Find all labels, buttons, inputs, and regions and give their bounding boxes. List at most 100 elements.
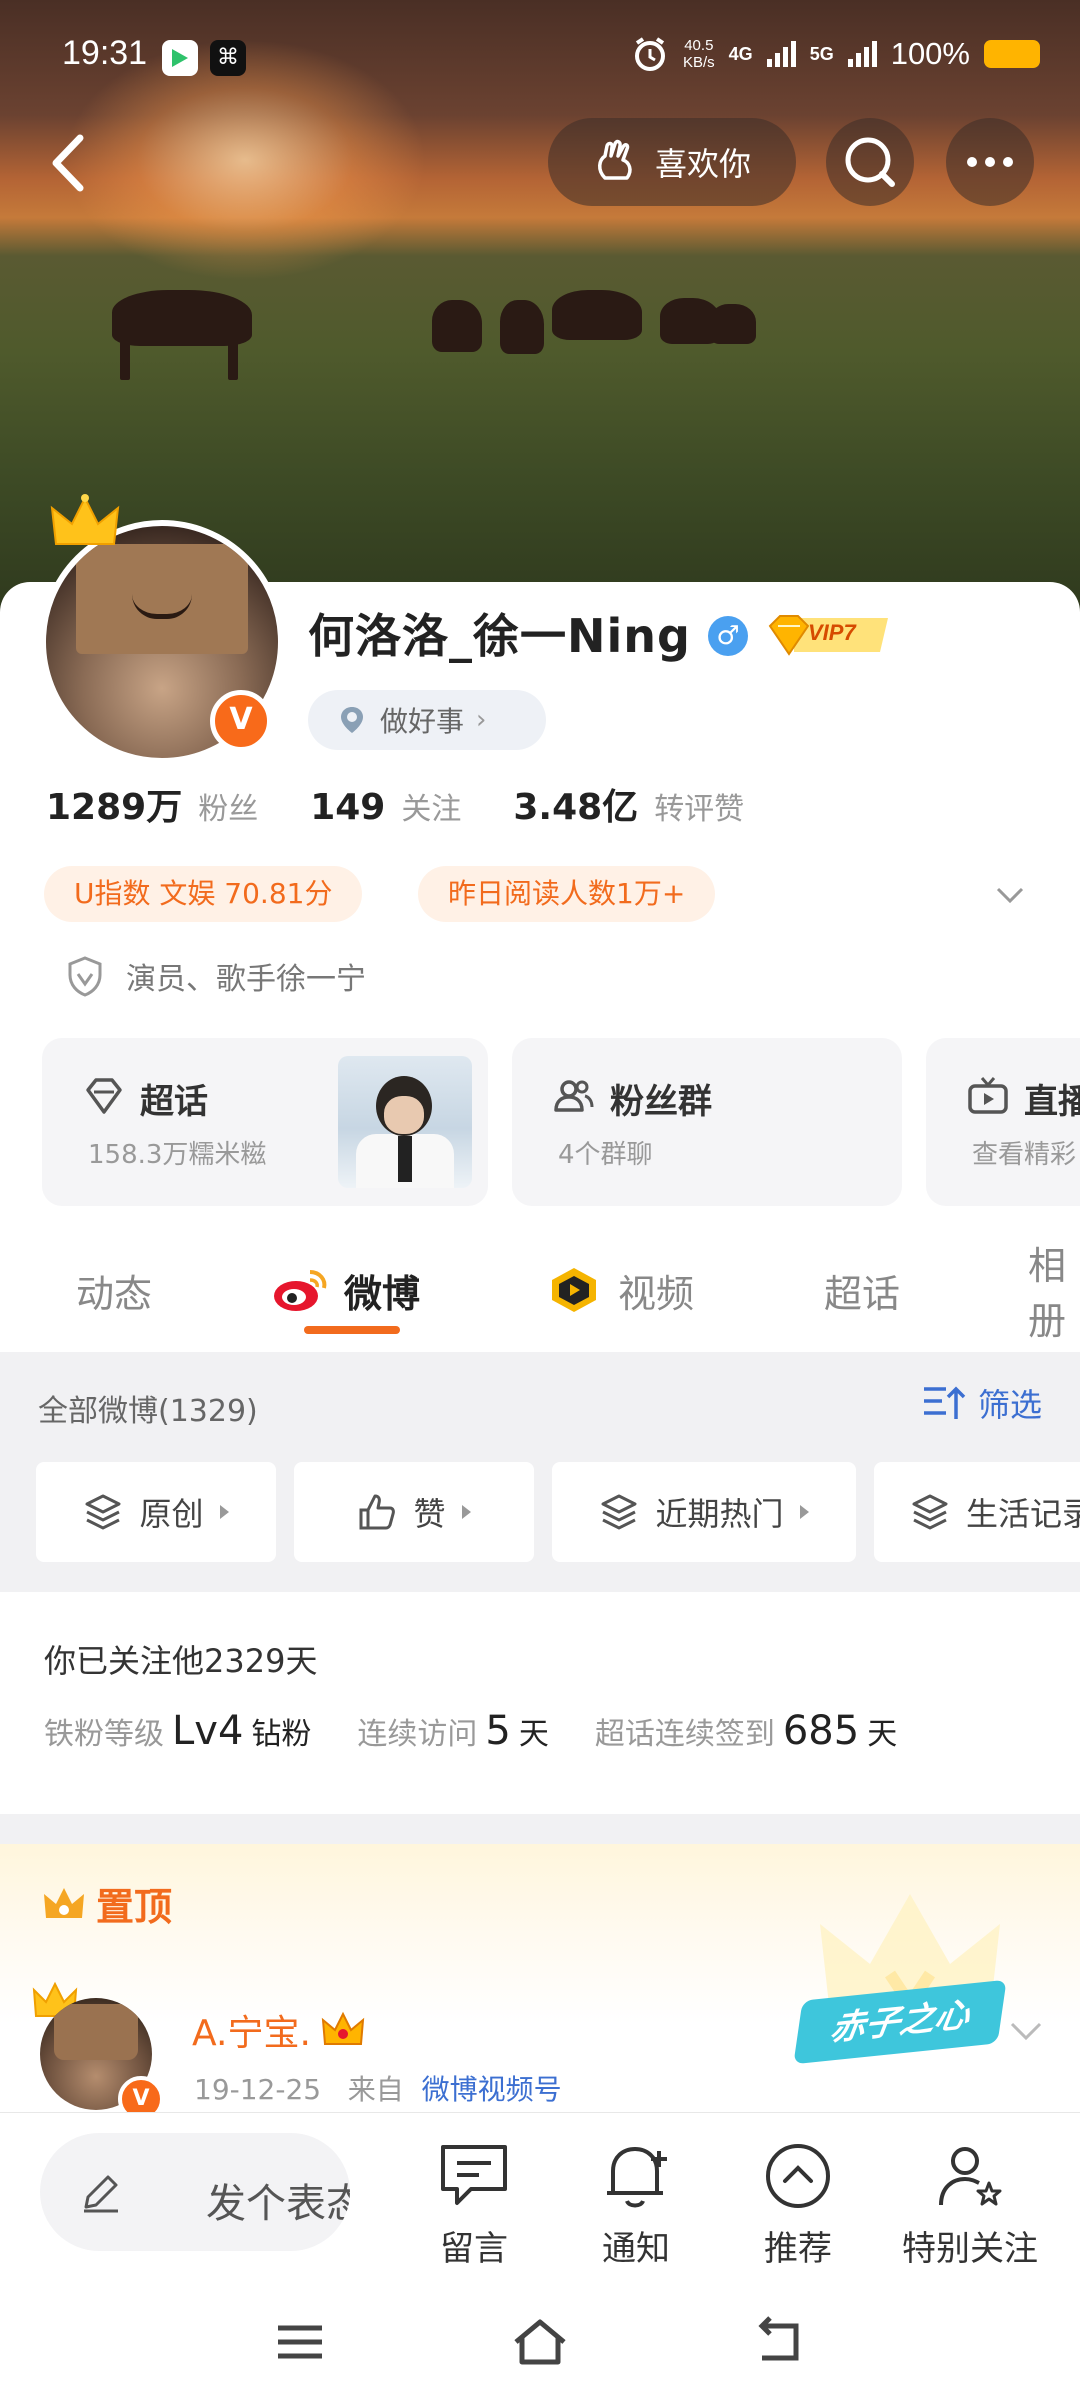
hand-heart-icon: [597, 139, 632, 180]
expand-chevron-icon[interactable]: [990, 875, 1030, 915]
home-icon[interactable]: [510, 2314, 570, 2370]
fan-level-label: 铁粉等级: [44, 1717, 164, 1752]
diamond-icon: [86, 1078, 122, 1114]
chip-original[interactable]: 原创: [36, 1462, 276, 1562]
chip-original-label: 原创: [139, 1495, 204, 1533]
signal-4g-bars-icon: [766, 41, 796, 67]
notify-label: 通知: [602, 2229, 670, 2269]
fan-group-card[interactable]: 粉丝群 4个群聊: [512, 1038, 902, 1206]
chip-liked-label: 赞: [413, 1495, 446, 1533]
fans-count[interactable]: 1289万: [46, 778, 182, 830]
post-source-link[interactable]: 微博视频号: [422, 2073, 562, 2106]
cover-animals: [0, 260, 1080, 380]
capcut-app-icon: ⌘: [210, 40, 246, 76]
video-hexagon-icon: [552, 1268, 596, 1312]
filter-section: 全部微博(1329) 筛选 原创 赞 近期热门 生活记录: [0, 1352, 1080, 1592]
back-button[interactable]: [40, 128, 100, 198]
status-time: 19:31: [62, 34, 148, 72]
all-weibo-count[interactable]: 全部微博(1329): [38, 1386, 258, 1430]
tab-video-label: 视频: [618, 1271, 695, 1316]
yesterday-reads-pill[interactable]: 昨日阅读人数1万+: [418, 866, 716, 922]
layers-icon: [601, 1494, 637, 1530]
tab-weibo-label: 微博: [344, 1271, 421, 1316]
pinned-crown-icon: [44, 1887, 84, 1918]
vip-badge[interactable]: VIP7: [764, 612, 894, 658]
system-nav-bar: [0, 2282, 1080, 2400]
super-topic-card[interactable]: 超话 158.3万糯米糍: [42, 1038, 488, 1206]
video-app-icon: [162, 40, 198, 76]
tab-super-topic-label: 超话: [824, 1271, 901, 1316]
net-speed-value: 40.5: [684, 37, 714, 54]
good-deed-button[interactable]: 做好事 ›: [308, 690, 546, 750]
search-icon: [845, 137, 895, 187]
chip-arrow-icon: [799, 1505, 809, 1519]
avatar-box-mask: [76, 544, 248, 654]
male-gender-icon: ♂: [708, 616, 748, 656]
crown-icon: [50, 494, 120, 545]
post-menu-chevron-icon[interactable]: [1004, 2010, 1048, 2050]
bell-plus-icon: [607, 2147, 667, 2208]
tab-video[interactable]: 视频: [544, 1240, 694, 1340]
tab-dynamic-label: 动态: [76, 1271, 153, 1316]
post-from-label: 来自: [347, 2073, 404, 2106]
tab-album[interactable]: 相册: [1028, 1240, 1080, 1343]
fan-level-value: Lv4: [172, 1708, 244, 1754]
super-topic-thumbnail: [338, 1056, 472, 1188]
profile-screen: 19:31 ⌘ 40.5 KB/s 4G 5G 100% 喜欢你 V 何洛洛_徐…: [0, 0, 1080, 2400]
u-index-pill[interactable]: U指数 文娱 70.81分: [44, 866, 363, 922]
super-topic-title: 超话: [140, 1082, 208, 1122]
fans-label[interactable]: 粉丝: [198, 784, 258, 828]
alarm-icon: [634, 37, 665, 71]
special-follow-button[interactable]: 特别关注: [890, 2137, 1050, 2270]
menu-icon[interactable]: [270, 2314, 330, 2370]
chip-life-record[interactable]: 生活记录: [874, 1462, 1080, 1562]
bottom-toolbar: 发个表态 留言 通知 推荐 特别关注: [0, 2112, 1080, 2283]
group-icon: [554, 1080, 594, 1112]
recommend-button[interactable]: 推荐: [728, 2137, 868, 2270]
tab-weibo[interactable]: 微博: [270, 1240, 420, 1340]
filter-button[interactable]: 筛选: [922, 1380, 1042, 1426]
interactions-count[interactable]: 3.48亿: [513, 778, 638, 830]
post-author-name[interactable]: A.宁宝.: [192, 2004, 365, 2056]
pinned-label: 置顶: [42, 1876, 172, 1931]
person-star-icon: [939, 2147, 1002, 2206]
visit-label: 连续访问: [357, 1717, 478, 1752]
chip-liked[interactable]: 赞: [294, 1462, 534, 1562]
chip-arrow-icon: [219, 1505, 229, 1519]
up-circle-icon: [766, 2144, 830, 2208]
good-deed-label: 做好事: [380, 705, 465, 738]
interactions-label[interactable]: 转评赞: [654, 784, 744, 828]
layers-icon: [85, 1494, 121, 1530]
checkin-unit: 天: [867, 1717, 898, 1752]
layers-icon: [912, 1494, 948, 1530]
tab-super-topic[interactable]: 超话: [824, 1240, 900, 1340]
tab-dynamic[interactable]: 动态: [76, 1240, 152, 1340]
chip-arrow-icon: [461, 1505, 471, 1519]
compose-input[interactable]: 发个表态: [40, 2133, 350, 2251]
back-nav-icon[interactable]: [750, 2314, 810, 2370]
following-label[interactable]: 关注: [401, 784, 461, 828]
more-button[interactable]: [946, 118, 1034, 206]
filter-sort-icon: [923, 1386, 966, 1419]
live-card[interactable]: 直播 查看精彩: [926, 1038, 1080, 1206]
like-you-button[interactable]: 喜欢你: [548, 118, 796, 206]
super-topic-subtitle: 158.3万糯米糍: [88, 1140, 267, 1170]
fan-stats: 铁粉等级 Lv4 钻粉 连续访问 5 天 超话连续签到 685 天: [44, 1708, 897, 1754]
follow-info: 你已关注他2329天 铁粉等级 Lv4 钻粉 连续访问 5 天 超话连续签到 6…: [0, 1592, 1080, 1814]
visit-value: 5: [485, 1708, 511, 1754]
following-count[interactable]: 149: [310, 787, 385, 828]
notify-button[interactable]: 通知: [566, 2137, 706, 2270]
chip-recent-hot[interactable]: 近期热门: [552, 1462, 856, 1562]
search-button[interactable]: [826, 118, 914, 206]
chat-bubble-icon: [441, 2145, 507, 2205]
more-dots-icon: [967, 157, 1013, 167]
profile-tabs: 动态 微博 视频 超话 相册: [0, 1240, 1080, 1350]
profile-description: 演员、歌手徐一宁: [66, 954, 366, 998]
recommend-label: 推荐: [764, 2229, 832, 2269]
net-speed: 40.5 KB/s: [683, 37, 715, 71]
message-button[interactable]: 留言: [404, 2137, 544, 2270]
fan-group-subtitle: 4个群聊: [558, 1140, 653, 1170]
tv-icon: [968, 1077, 1008, 1114]
profile-name: 何洛洛_徐一Ning: [308, 609, 691, 663]
signal-5g-label: 5G: [809, 43, 834, 64]
